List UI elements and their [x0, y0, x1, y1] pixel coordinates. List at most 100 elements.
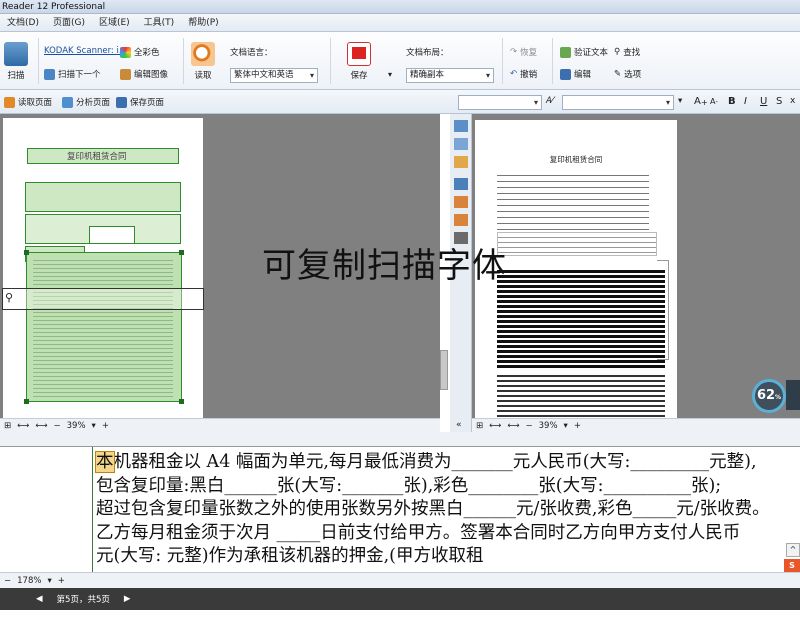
text-line[interactable]: 乙方每月租金须于次月 _____日前支付给甲方。签署本合同时乙方向甲方支付人民币 [96, 522, 800, 546]
superscript-button[interactable]: x [790, 96, 795, 106]
pane-divider [450, 432, 800, 446]
font-style-icon[interactable]: A⁄ [546, 96, 553, 106]
doc-layout-select[interactable]: 精确副本 [406, 68, 494, 83]
selected-text-block[interactable] [24, 250, 184, 404]
italic-button[interactable]: I [744, 96, 747, 107]
read-button[interactable]: 读取 [188, 42, 218, 81]
options-button[interactable]: ✎ 选项 [614, 68, 641, 80]
next-page-button[interactable]: ▶ [124, 594, 131, 604]
fit-width-icon[interactable]: ⟷ [489, 421, 501, 431]
font-name-select[interactable] [562, 95, 674, 110]
scan-label: 扫描 [7, 71, 25, 81]
chevron-down-icon[interactable]: ▾ [92, 421, 96, 431]
find-button[interactable]: ⚲ 查找 [614, 46, 640, 58]
resize-handle[interactable] [179, 250, 184, 255]
scanner-select-link[interactable]: KODAK Scanner: i... [44, 46, 127, 56]
shrink-font-button[interactable]: A- [710, 97, 718, 106]
text-line[interactable]: 超过包含复印量张数之外的使用张数另外按黑白______元/张收费,彩色_____… [96, 498, 800, 522]
select-barcode-area-icon[interactable] [454, 178, 468, 190]
scroll-up-icon[interactable]: ^ [786, 543, 800, 557]
edit-image-label: 编辑图像 [134, 70, 169, 80]
scanner-name: KODAK Scanner: i... [44, 46, 127, 56]
performance-gauge[interactable]: 62% [752, 379, 786, 413]
select-text-area-icon[interactable] [454, 120, 468, 132]
doc-language-label: 文档语言： [230, 48, 273, 58]
right-page-title: 复印机租赁合同 [549, 155, 603, 164]
bold-button[interactable]: B [728, 96, 736, 107]
text-zoom-bar: − 178% ▾ + [0, 572, 800, 588]
font-family-select[interactable] [458, 95, 542, 110]
resize-handle[interactable] [24, 250, 29, 255]
save-button[interactable]: 保存 [344, 42, 374, 81]
zoom-out-button[interactable]: − [54, 421, 61, 431]
scroll-thumb[interactable] [440, 350, 448, 390]
resize-handle[interactable] [179, 399, 184, 404]
text-editor-body[interactable]: 本机器租金以 A4 幅面为单元,每月最低消费为_______元人民币(大写:__… [92, 447, 800, 573]
menu-area[interactable]: 区域(E) [92, 14, 137, 32]
left-zoom-value[interactable]: 39% [67, 421, 86, 431]
menu-page[interactable]: 页面(G) [46, 14, 92, 32]
save-page-button[interactable]: 保存页面 [116, 96, 164, 108]
zoom-in-button[interactable]: + [574, 421, 581, 431]
fit-width-icon[interactable]: ⟷ [17, 421, 29, 431]
previous-page-button[interactable]: ◀ [36, 594, 43, 604]
text-preview-pane[interactable]: 复印机租赁合同 ⊞ ⟷ ⟷ − 39% ▾ + [472, 114, 800, 432]
scan-next-button[interactable]: 扫描下一个 [44, 68, 101, 80]
zoom-in-button[interactable]: + [102, 421, 109, 431]
undo-button[interactable]: ↶ 撤销 [510, 68, 537, 80]
redo-label: 恢复 [520, 48, 538, 58]
left-page-title: 复印机租赁合同 [67, 152, 127, 162]
verify-text-button[interactable]: 验证文本 [560, 46, 608, 58]
page-toolbar: 读取页面 分析页面 保存页面 A⁄ ▾ A+ A- B I U S x [0, 90, 800, 114]
right-zoom-value[interactable]: 39% [539, 421, 558, 431]
fit-height-icon[interactable]: ⟷ [507, 421, 519, 431]
collapse-chevron-icon[interactable]: « [456, 420, 462, 430]
menu-document[interactable]: 文档(D) [0, 14, 46, 32]
font-size-input[interactable]: ▾ [678, 96, 682, 106]
gauge-unit: % [775, 394, 782, 401]
menu-help[interactable]: 帮助(P) [181, 14, 225, 32]
undo-icon: ↶ [510, 69, 518, 79]
chevron-down-icon[interactable]: ▾ [47, 576, 51, 586]
menu-tools[interactable]: 工具(T) [137, 14, 182, 32]
edit-label: 编辑 [574, 70, 592, 80]
strikethrough-button[interactable]: S [776, 96, 782, 107]
table-cell [89, 226, 135, 244]
select-table-area-icon[interactable] [454, 156, 468, 168]
zoom-out-button[interactable]: − [4, 576, 11, 586]
full-color-button[interactable]: 全彩色 [120, 46, 160, 58]
fit-page-icon[interactable]: ⊞ [4, 421, 11, 431]
ime-s-icon[interactable]: S [784, 559, 800, 573]
find-label: 查找 [623, 48, 641, 58]
edit-button[interactable]: 编辑 [560, 68, 591, 80]
resize-handle[interactable] [24, 399, 29, 404]
redo-button[interactable]: ↷ 恢复 [510, 46, 537, 58]
underline-button[interactable]: U [760, 96, 767, 107]
doc-language-select[interactable]: 繁体中文和英语 [230, 68, 318, 83]
text-zoom-value[interactable]: 178% [17, 576, 41, 586]
edit-image-button[interactable]: 编辑图像 [120, 68, 168, 80]
scan-button[interactable]: 扫描 [2, 42, 30, 81]
background-picture-icon[interactable] [454, 196, 468, 208]
text-line[interactable]: 元(大写: 元整)作为承租该机器的押金,(甲方收取租 [96, 545, 800, 569]
text-editor-pane[interactable]: 本机器租金以 A4 幅面为单元,每月最低消费为_______元人民币(大写:__… [0, 446, 800, 573]
fit-page-icon[interactable]: ⊞ [476, 421, 483, 431]
save-page-icon [116, 96, 127, 108]
fit-height-icon[interactable]: ⟷ [35, 421, 47, 431]
save-dropdown-arrow[interactable]: ▾ [388, 70, 392, 79]
verify-text-label: 验证文本 [574, 48, 609, 58]
analyze-page-button[interactable]: 分析页面 [62, 96, 110, 108]
verify-text-icon [560, 46, 571, 58]
gauge-side-tab[interactable] [786, 380, 800, 410]
text-line[interactable]: 本机器租金以 A4 幅面为单元,每月最低消费为_______元人民币(大写:__… [95, 451, 800, 475]
text-line[interactable]: 包含复印量:黑白______张(大写:_______张),彩色________张… [96, 475, 800, 499]
pane-divider [0, 432, 450, 446]
read-page-button[interactable]: 读取页面 [4, 96, 52, 108]
select-picture-area-icon[interactable] [454, 138, 468, 150]
grow-font-button[interactable]: A + [694, 96, 708, 107]
eraser-icon[interactable] [454, 214, 468, 226]
doc-layout-label: 文档布局： [406, 48, 449, 58]
zoom-in-button[interactable]: + [58, 576, 65, 586]
chevron-down-icon[interactable]: ▾ [564, 421, 568, 431]
zoom-out-button[interactable]: − [526, 421, 533, 431]
